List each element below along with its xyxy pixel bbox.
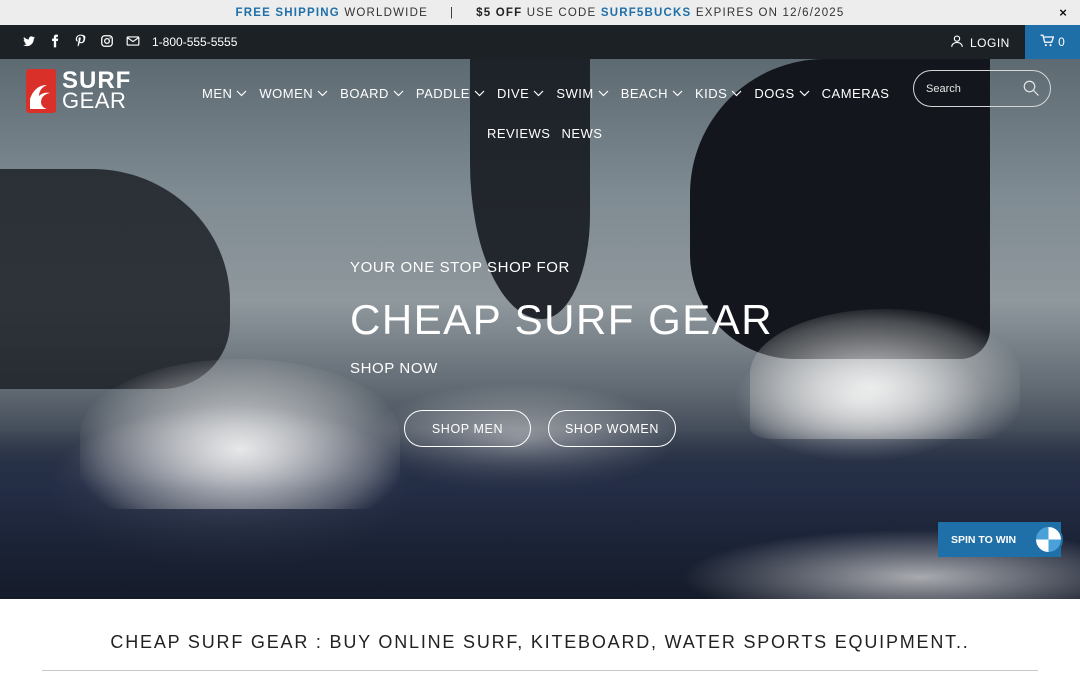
social-links — [22, 34, 140, 48]
login-label: LOGIN — [970, 35, 1010, 50]
nav-label: WOMEN — [259, 86, 314, 101]
cart-count: 0 — [1058, 35, 1065, 49]
secondary-navigation: REVIEWS NEWS — [487, 126, 602, 141]
chevron-down-icon — [799, 90, 810, 97]
nav-item-news[interactable]: NEWS — [561, 126, 602, 141]
chevron-down-icon — [533, 90, 544, 97]
nav-item-cameras[interactable]: CAMERAS — [822, 86, 890, 101]
logo-wordmark: SURF GEAR — [62, 69, 131, 113]
nav-label: KIDS — [695, 86, 728, 101]
nav-item-dive[interactable]: DIVE — [497, 86, 544, 101]
nav-item-dogs[interactable]: DOGS — [754, 86, 810, 101]
nav-item-reviews[interactable]: REVIEWS — [487, 126, 550, 141]
hero-headline: CHEAP SURF GEAR — [350, 296, 774, 343]
hero-shop-now-text: SHOP NOW — [350, 360, 438, 377]
nav-item-swim[interactable]: SWIM — [556, 86, 609, 101]
close-announcement-button[interactable]: × — [1059, 5, 1068, 20]
nav-label: BOARD — [340, 86, 389, 101]
worldwide-text: WORLDWIDE — [344, 6, 428, 19]
expiry-text: EXPIRES ON 12/6/2025 — [695, 6, 845, 19]
nav-label: BEACH — [620, 86, 668, 101]
nav-item-women[interactable]: WOMEN — [259, 86, 328, 101]
nav-label: CAMERAS — [821, 86, 890, 101]
chevron-down-icon — [317, 90, 328, 97]
spin-to-win-label: SPIN TO WIN — [951, 533, 1017, 546]
hero-eyebrow: YOUR ONE STOP SHOP FOR — [350, 259, 570, 276]
logo-wave-mark — [26, 69, 56, 113]
nav-label: DOGS — [754, 86, 795, 101]
chevron-down-icon — [672, 90, 683, 97]
facebook-icon[interactable] — [48, 34, 62, 48]
pinterest-icon[interactable] — [74, 34, 88, 48]
promo-code: SURF5BUCKS — [600, 6, 692, 19]
chevron-down-icon — [731, 90, 742, 97]
user-icon — [950, 34, 964, 51]
phone-number[interactable]: 1-800-555-5555 — [152, 35, 237, 49]
free-shipping-text: FREE SHIPPING — [235, 6, 340, 19]
twitter-icon[interactable] — [22, 34, 36, 48]
wave-foam-right — [750, 309, 1020, 439]
rock-left-silhouette — [0, 169, 230, 389]
top-utility-bar: 1-800-555-5555 LOGIN 0 — [0, 25, 1080, 59]
nav-item-men[interactable]: MEN — [202, 86, 247, 101]
chevron-down-icon — [598, 90, 609, 97]
use-code-text: USE CODE — [526, 6, 597, 19]
chevron-down-icon — [474, 90, 485, 97]
site-logo[interactable]: SURF GEAR — [26, 68, 164, 114]
announcement-bar: FREE SHIPPING WORLDWIDE | $5 OFF USE COD… — [0, 0, 1080, 25]
chevron-down-icon — [236, 90, 247, 97]
announcement-separator: | — [449, 6, 455, 19]
spin-to-win-button[interactable]: SPIN TO WIN — [938, 522, 1063, 557]
hero-text-block: YOUR ONE STOP SHOP FOR CHEAP SURF GEAR S… — [350, 259, 773, 377]
nav-label: SWIM — [556, 86, 594, 101]
search-box[interactable] — [913, 70, 1051, 107]
email-icon[interactable] — [126, 34, 140, 48]
shop-men-button[interactable]: SHOP MEN — [404, 410, 531, 447]
page-tagline: CHEAP SURF GEAR : BUY ONLINE SURF, KITEB… — [110, 632, 970, 652]
wave-foam-left — [80, 359, 400, 509]
nav-item-board[interactable]: BOARD — [340, 86, 404, 101]
chevron-down-icon — [393, 90, 404, 97]
nav-label: MEN — [202, 86, 233, 101]
shop-women-button[interactable]: SHOP WOMEN — [548, 410, 676, 447]
nav-item-beach[interactable]: BEACH — [621, 86, 683, 101]
search-input[interactable] — [926, 82, 1020, 95]
nav-item-kids[interactable]: KIDS — [695, 86, 742, 101]
search-icon[interactable] — [1022, 79, 1040, 102]
cart-icon — [1040, 34, 1055, 50]
cart-button[interactable]: 0 — [1025, 25, 1080, 59]
section-divider — [42, 670, 1038, 671]
login-link[interactable]: LOGIN — [950, 34, 1010, 51]
main-navigation: MEN WOMEN BOARD PADDLE DIVE SWIM BEACH K… — [202, 86, 901, 101]
instagram-icon[interactable] — [100, 34, 114, 48]
discount-text: $5 OFF — [476, 6, 523, 19]
nav-label: PADDLE — [415, 86, 470, 101]
nav-item-paddle[interactable]: PADDLE — [416, 86, 485, 101]
prize-wheel-icon — [1034, 525, 1063, 554]
logo-word-gear: GEAR — [62, 88, 127, 113]
nav-label: DIVE — [496, 86, 530, 101]
